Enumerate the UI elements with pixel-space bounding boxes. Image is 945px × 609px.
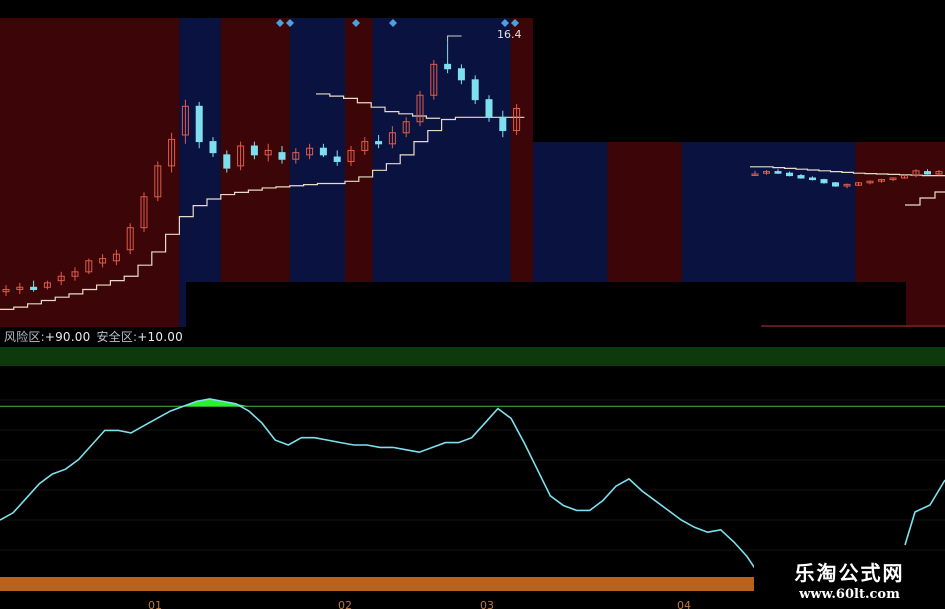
indicator-line: [0, 398, 761, 577]
candle-body: [471, 79, 479, 101]
risk-zone-label: 风险区:: [4, 330, 45, 344]
indicator-legend: 风险区:+90.00 安全区:+10.00: [4, 328, 189, 345]
candle-body: [786, 172, 793, 177]
candle-body: [809, 177, 816, 181]
candle-body: [820, 179, 828, 184]
risk-band: [0, 347, 945, 366]
candle-body: [278, 152, 286, 160]
zone-band-safe: [372, 18, 511, 327]
zone-band-risk: [345, 18, 373, 327]
x-tick-label: 01: [148, 599, 162, 609]
safe-band: [0, 577, 760, 591]
peak-price-label: 16.4: [497, 28, 522, 41]
x-tick-label: 04: [677, 599, 691, 609]
x-tick-label: 02: [338, 599, 352, 609]
candle-body: [457, 68, 465, 81]
x-tick-label: 03: [480, 599, 494, 609]
candle-body: [195, 105, 203, 143]
candle-body: [375, 141, 383, 145]
zone-band-safe: [179, 18, 221, 327]
candle-body: [797, 175, 805, 179]
candle-body: [485, 99, 493, 118]
zone-band-safe: [289, 18, 345, 327]
zone-bands-upper: [0, 18, 533, 327]
blank-region: [0, 0, 533, 18]
watermark-url: www.60lt.com: [799, 587, 900, 602]
candle-body: [499, 116, 507, 132]
candle-body: [774, 171, 782, 174]
x-axis-ticks: 01 02 03 04: [148, 599, 691, 609]
blank-region: [533, 0, 945, 142]
candle-body: [30, 286, 38, 290]
safe-zone-value: +10.00: [137, 330, 183, 344]
watermark-title: 乐淘公式网: [794, 561, 905, 585]
stock-indicator-chart: 01 02 03 04 16.4 风险区:+90.00 安全区:+10.00 乐淘公式网…: [0, 0, 945, 609]
zone-band-risk: [220, 18, 290, 327]
chart-canvas: 01 02 03 04: [0, 0, 945, 609]
site-watermark: 乐淘公式网 www.60lt.com: [754, 553, 945, 609]
zone-band-risk: [0, 18, 180, 327]
candle-body: [319, 147, 327, 156]
risk-zone-value: +90.00: [44, 330, 91, 344]
candle-body: [223, 154, 231, 169]
candle-body: [924, 171, 931, 175]
candle-body: [333, 156, 341, 162]
zone-band-risk: [510, 18, 533, 327]
safe-zone-label: 安全区:: [96, 330, 138, 344]
candle-body: [832, 182, 839, 187]
candle-body: [444, 63, 452, 70]
blank-region: [761, 282, 906, 326]
candle-body: [209, 141, 217, 154]
candle-body: [250, 145, 258, 156]
blank-region: [186, 282, 761, 328]
